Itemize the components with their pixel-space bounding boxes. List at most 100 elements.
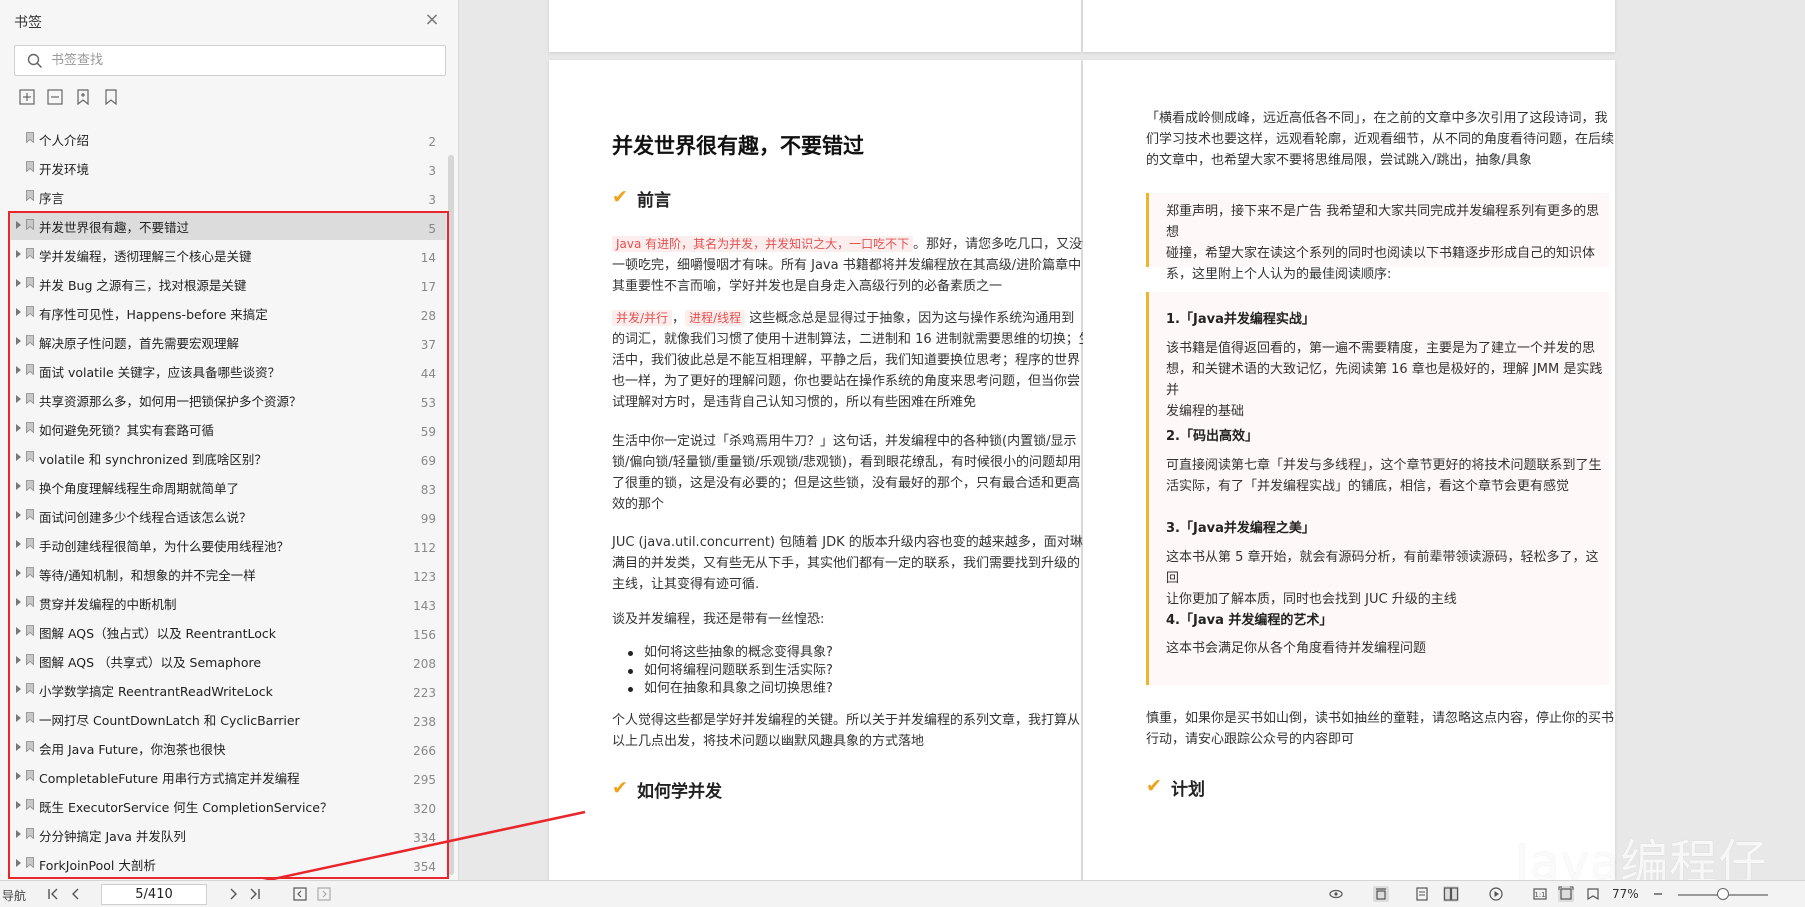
bookmark-item[interactable]: 等待/通知机制，和想象的并不完全一样 123 xyxy=(10,559,446,588)
expand-arrow-icon[interactable] xyxy=(16,511,21,519)
navigation-label[interactable]: 导航 xyxy=(2,887,26,904)
bookmark-item[interactable]: 会用 Java Future，你泡茶也很快 266 xyxy=(10,733,446,762)
zoom-slider-handle[interactable] xyxy=(1717,888,1729,900)
bookmark-label: 开发环境 xyxy=(39,162,90,177)
expand-arrow-icon[interactable] xyxy=(16,279,21,287)
bookmark-label: 等待/通知机制，和想象的并不完全一样 xyxy=(39,568,256,583)
previous-page-icon[interactable] xyxy=(68,886,84,902)
bookmark-item[interactable]: 手动创建线程很简单，为什么要使用线程池？ 112 xyxy=(10,530,446,559)
fit-width-icon[interactable] xyxy=(1585,886,1601,902)
expand-arrow-icon[interactable] xyxy=(16,627,21,635)
expand-arrow-icon[interactable] xyxy=(16,714,21,722)
collapse-all-icon[interactable] xyxy=(46,88,64,106)
check-icon: ✔ xyxy=(612,777,628,799)
bookmark-icon xyxy=(26,683,34,694)
expand-arrow-icon[interactable] xyxy=(16,453,21,461)
bookmark-icon[interactable] xyxy=(102,88,120,106)
expand-arrow-icon[interactable] xyxy=(16,366,21,374)
expand-arrow-icon[interactable] xyxy=(16,540,21,548)
expand-arrow-icon[interactable] xyxy=(16,801,21,809)
bookmark-page-number: 59 xyxy=(420,425,436,439)
bookmark-item[interactable]: 并发 Bug 之源有三，找对根源是关键 17 xyxy=(10,269,446,298)
actual-size-icon[interactable]: 1:1 xyxy=(1532,886,1548,902)
bookmark-item[interactable]: ForkJoinPool 大剖析 354 xyxy=(10,849,446,878)
expand-arrow-icon[interactable] xyxy=(16,569,21,577)
page-right: 「横看成岭侧成峰，远近高低各不同」，在之前的文章中多次引用了这段诗词，我 们学习… xyxy=(1083,60,1615,880)
bookmark-search-input[interactable] xyxy=(51,46,431,75)
back-icon[interactable] xyxy=(292,886,308,902)
bookmark-item[interactable]: volatile 和 synchronized 到底啥区别？ 69 xyxy=(10,443,446,472)
bookmark-item[interactable]: 面试 volatile 关键字，应该具备哪些谈资？ 44 xyxy=(10,356,446,385)
bookmark-label: 有序性可见性，Happens-before 来搞定 xyxy=(39,307,268,322)
bookmark-item[interactable]: 解决原子性问题，首先需要宏观理解 37 xyxy=(10,327,446,356)
expand-arrow-icon[interactable] xyxy=(16,308,21,316)
zoom-level[interactable]: 77% xyxy=(1612,887,1639,901)
expand-arrow-icon[interactable] xyxy=(16,482,21,490)
book-title: 1.「Java并发编程实战」 xyxy=(1166,312,1315,327)
expand-arrow-icon[interactable] xyxy=(16,221,21,229)
bookmark-item[interactable]: 图解 AQS （共享式）以及 Semaphore 208 xyxy=(10,646,446,675)
bookmark-label: 并发 Bug 之源有三，找对根源是关键 xyxy=(39,278,247,293)
play-icon[interactable] xyxy=(1488,886,1504,902)
bookmark-icon xyxy=(26,654,34,665)
expand-arrow-icon[interactable] xyxy=(16,598,21,606)
single-page-icon[interactable] xyxy=(1414,886,1430,902)
bookmark-item[interactable]: 有序性可见性，Happens-before 来搞定 28 xyxy=(10,298,446,327)
pdf-reader-window: 书签 × 书签查找 个人介绍 2 开发环境 3 序言 3 并发世界很有趣，不要错… xyxy=(0,0,1805,907)
bookmark-label: CompletableFuture 用串行方式搞定并发编程 xyxy=(39,771,300,786)
bookmark-item[interactable]: 面试问创建多少个线程合适该怎么说？ 99 xyxy=(10,501,446,530)
bookmark-icon xyxy=(26,132,34,143)
next-page-icon[interactable] xyxy=(225,886,241,902)
expand-arrow-icon[interactable] xyxy=(16,830,21,838)
bookmark-item[interactable]: 序言 3 xyxy=(10,182,446,211)
bookmark-icon xyxy=(26,828,34,839)
expand-arrow-icon[interactable] xyxy=(16,656,21,664)
reading-order-blockquote: 1.「Java并发编程实战」 该书籍是值得返回看的，第一遍不需要精度，主要是为了… xyxy=(1146,292,1609,685)
bookmark-icon xyxy=(26,364,34,375)
expand-arrow-icon[interactable] xyxy=(16,424,21,432)
sidebar-scrollbar[interactable] xyxy=(448,155,454,875)
bookmark-item[interactable]: 并发世界很有趣，不要错过 5 xyxy=(10,211,446,240)
bookmark-item[interactable]: 分分钟搞定 Java 并发队列 334 xyxy=(10,820,446,849)
expand-arrow-icon[interactable] xyxy=(16,685,21,693)
expand-arrow-icon[interactable] xyxy=(16,395,21,403)
bookmark-search-box[interactable] xyxy=(14,45,446,76)
bookmark-item[interactable]: 换个角度理解线程生命周期就简单了 83 xyxy=(10,472,446,501)
bookmark-item[interactable]: 小学数学搞定 ReentrantReadWriteLock 223 xyxy=(10,675,446,704)
continuous-scroll-icon[interactable] xyxy=(1373,886,1389,902)
two-page-icon[interactable] xyxy=(1443,886,1459,902)
fit-page-icon[interactable] xyxy=(1558,886,1574,902)
bookmark-item[interactable]: 一网打尽 CountDownLatch 和 CyclicBarrier 238 xyxy=(10,704,446,733)
bookmark-item[interactable]: 个人介绍 2 xyxy=(10,124,446,153)
expand-arrow-icon[interactable] xyxy=(16,337,21,345)
bookmark-page-number: 320 xyxy=(413,802,436,816)
eye-protection-icon[interactable] xyxy=(1328,886,1344,902)
expand-arrow-icon[interactable] xyxy=(16,859,21,867)
bookmark-item[interactable]: CompletableFuture 用串行方式搞定并发编程 295 xyxy=(10,762,446,791)
bookmark-icon xyxy=(26,161,34,172)
first-page-icon[interactable] xyxy=(46,886,62,902)
bookmark-item[interactable]: 开发环境 3 xyxy=(10,153,446,182)
bookmark-item[interactable]: 既生 ExecutorService 何生 CompletionService？… xyxy=(10,791,446,820)
expand-arrow-icon[interactable] xyxy=(16,772,21,780)
page-number-input[interactable] xyxy=(101,884,207,905)
expand-arrow-icon[interactable] xyxy=(16,743,21,751)
bookmark-item[interactable]: 贯穿并发编程的中断机制 143 xyxy=(10,588,446,617)
expand-arrow-icon[interactable] xyxy=(16,250,21,258)
add-bookmark-icon[interactable] xyxy=(74,88,92,106)
bookmark-page-number: 266 xyxy=(413,744,436,758)
paragraph: 并发/并行，进程/线程 这些概念总是显得过于抽象，因为这与操作系统沟通用到 的词… xyxy=(612,310,1092,410)
paragraph: 「横看成岭侧成峰，远近高低各不同」，在之前的文章中多次引用了这段诗词，我 们学习… xyxy=(1146,111,1615,168)
document-view[interactable]: 并发世界很有趣，不要错过 ✔ 前言 Java 有进阶，其名为并发，并发知识之大，… xyxy=(460,0,1805,880)
forward-icon[interactable] xyxy=(316,886,332,902)
close-icon[interactable]: × xyxy=(423,11,441,29)
book-title: 4.「Java 并发编程的艺术」 xyxy=(1166,613,1333,628)
bookmark-item[interactable]: 如何避免死锁？其实有套路可循 59 xyxy=(10,414,446,443)
bookmark-item[interactable]: 图解 AQS（独占式）以及 ReentrantLock 156 xyxy=(10,617,446,646)
zoom-out-icon[interactable] xyxy=(1650,886,1666,902)
bookmark-item[interactable]: 学并发编程，透彻理解三个核心是关键 14 xyxy=(10,240,446,269)
bookmark-item[interactable]: 共享资源那么多，如何用一把锁保护多个资源？ 53 xyxy=(10,385,446,414)
last-page-icon[interactable] xyxy=(246,886,262,902)
expand-all-icon[interactable] xyxy=(18,88,36,106)
bookmark-label: volatile 和 synchronized 到底啥区别？ xyxy=(39,452,267,467)
